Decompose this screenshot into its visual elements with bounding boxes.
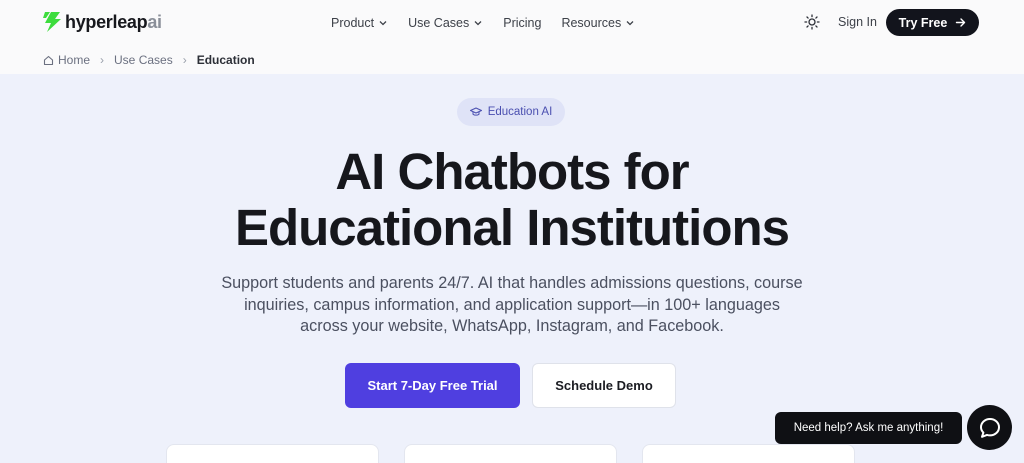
nav-use-cases-label: Use Cases [408, 16, 470, 30]
arrow-right-icon [956, 18, 966, 27]
top-navbar: hyperleapai Product Use Cases Pricing Re… [0, 0, 1024, 46]
breadcrumb-current: Education [196, 53, 255, 67]
title-line-2: Educational Institutions [234, 199, 790, 256]
logo-bolt-icon [43, 12, 61, 32]
nav-product[interactable]: Product [331, 14, 388, 32]
subtitle-line-3: across your website, WhatsApp, Instagram… [300, 317, 724, 335]
subtitle-line-1: Support students and parents 24/7. AI th… [221, 274, 803, 292]
education-ai-badge: Education AI [457, 98, 565, 126]
brand-name: hyperleapai [65, 11, 162, 32]
start-trial-button[interactable]: Start 7-Day Free Trial [345, 363, 520, 408]
breadcrumb-home-label: Home [58, 53, 91, 67]
graduation-cap-icon [469, 107, 482, 116]
feature-card [642, 444, 855, 463]
breadcrumb: Home › Use Cases › Education [0, 46, 1024, 74]
chevron-down-icon [474, 21, 482, 26]
nav-use-cases[interactable]: Use Cases [408, 14, 483, 32]
home-icon [43, 55, 54, 65]
try-free-label: Try Free [898, 15, 948, 30]
feature-card [404, 444, 617, 463]
main-nav: Product Use Cases Pricing Resources [331, 14, 655, 32]
page-title: AI Chatbots for Educational Institutions [0, 144, 1024, 256]
chevron-right-icon: › [182, 53, 187, 67]
nav-product-label: Product [331, 16, 375, 30]
chevron-down-icon [379, 21, 387, 26]
badge-label: Education AI [487, 106, 553, 118]
title-line-1: AI Chatbots for [335, 143, 689, 200]
nav-pricing-label: Pricing [503, 16, 542, 30]
subtitle-line-2: inquiries, campus information, and appli… [244, 295, 780, 314]
nav-pricing[interactable]: Pricing [503, 14, 541, 32]
hero-subtitle: Support students and parents 24/7. AI th… [200, 273, 824, 338]
breadcrumb-home[interactable]: Home [43, 53, 90, 67]
hero-section: Education AI AI Chatbots for Educational… [0, 74, 1024, 463]
chat-bubble-icon [979, 417, 1000, 438]
breadcrumb-use-cases[interactable]: Use Cases [114, 53, 173, 67]
sun-icon[interactable] [804, 14, 820, 30]
feature-card [166, 444, 379, 463]
nav-resources-label: Resources [561, 16, 622, 30]
schedule-demo-button[interactable]: Schedule Demo [532, 363, 676, 408]
try-free-button[interactable]: Try Free [886, 9, 979, 36]
chat-launcher-button[interactable] [967, 405, 1012, 450]
nav-resources[interactable]: Resources [561, 14, 635, 32]
chat-help-prompt[interactable]: Need help? Ask me anything! [775, 412, 962, 444]
chevron-down-icon [626, 21, 634, 26]
chevron-right-icon: › [100, 53, 105, 67]
brand-logo[interactable]: hyperleapai [42, 11, 162, 33]
sign-in-link[interactable]: Sign In [838, 15, 877, 29]
